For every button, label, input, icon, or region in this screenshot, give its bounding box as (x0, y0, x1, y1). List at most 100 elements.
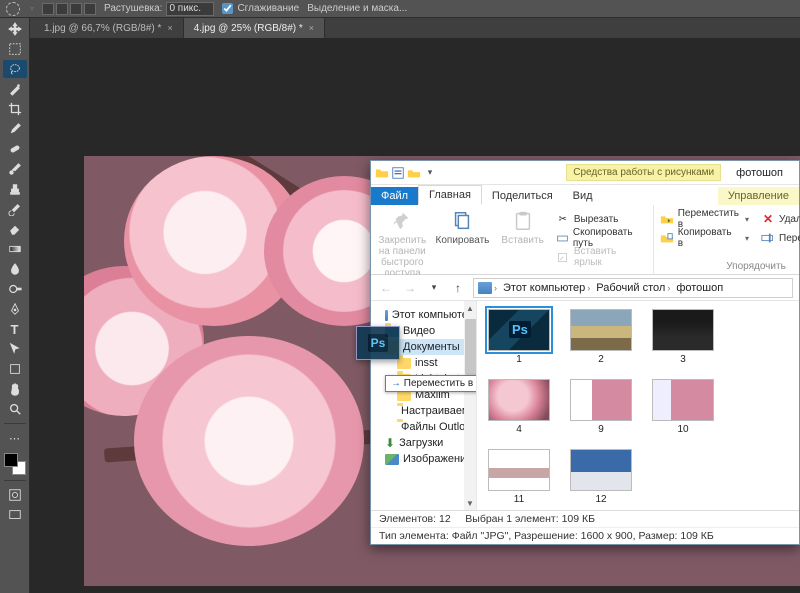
copy-to-button[interactable]: Копировать в ▾ (660, 230, 749, 246)
eyedropper-tool-icon[interactable] (3, 120, 27, 138)
gradient-tool-icon[interactable] (3, 240, 27, 258)
copy-button[interactable]: Копировать (436, 209, 490, 279)
rename-button[interactable]: Переименовать (761, 230, 800, 246)
antialias-check[interactable] (222, 3, 233, 14)
antialias-checkbox[interactable]: Сглаживание (222, 3, 299, 14)
thumbnail-image (488, 449, 550, 491)
nav-back-button[interactable]: ← (377, 279, 395, 297)
label: Видео (403, 325, 435, 337)
tree-images[interactable]: Изображения (371, 451, 476, 467)
path-seg[interactable]: Этот компьютер› (501, 282, 592, 294)
status-count-label: Элементов: (379, 513, 436, 525)
qat-chevron-icon[interactable]: ▾ (423, 166, 437, 180)
file-thumbnail[interactable]: 3 (651, 309, 715, 365)
pen-tool-icon[interactable] (3, 300, 27, 318)
quickmask-icon[interactable] (3, 486, 27, 504)
label: Загрузки (399, 437, 443, 449)
file-thumbnail[interactable]: 9 (569, 379, 633, 435)
path-seg[interactable]: фотошоп (674, 282, 725, 294)
pin-to-quick-access-button[interactable]: Закрепить на панели быстрого доступа (377, 209, 428, 279)
dodge-tool-icon[interactable] (3, 280, 27, 298)
crop-tool-icon[interactable] (3, 100, 27, 118)
type-tool-icon[interactable]: T (3, 320, 27, 338)
scroll-thumb[interactable] (465, 319, 477, 375)
tab-label: 1.jpg @ 66,7% (RGB/8#) * (44, 23, 161, 34)
tree-item[interactable]: Файлы Outlook (371, 419, 476, 435)
nav-scrollbar[interactable]: ▲▼ (464, 301, 476, 510)
more-tools-icon[interactable]: ⋯ (3, 429, 27, 447)
nav-history-chevron-icon[interactable]: ▾ (425, 279, 443, 297)
tab-share[interactable]: Поделиться (482, 187, 563, 205)
address-path[interactable]: › Этот компьютер› Рабочий стол› фотошоп (473, 278, 793, 298)
close-icon[interactable]: × (309, 23, 314, 33)
label: Удалить (779, 214, 800, 225)
tab-file[interactable]: Файл (371, 187, 418, 205)
thumbnail-image: Ps (488, 309, 550, 351)
lasso-tool-icon[interactable] (6, 2, 20, 16)
tree-downloads[interactable]: ⬇Загрузки (371, 435, 476, 451)
selection-mode-group (42, 3, 96, 15)
selection-add-icon[interactable] (56, 3, 68, 15)
scroll-up-icon[interactable]: ▲ (464, 301, 476, 315)
file-thumbnail[interactable]: 11 (487, 449, 551, 505)
copy-icon (449, 209, 475, 233)
path-seg[interactable]: Рабочий стол› (594, 282, 672, 294)
tree-item[interactable]: Настраиваемые (371, 403, 476, 419)
color-swatches[interactable] (4, 453, 26, 475)
screenmode-icon[interactable] (3, 506, 27, 524)
paste-button[interactable]: Вставить (497, 209, 548, 279)
selection-intersect-icon[interactable] (84, 3, 96, 15)
selection-subtract-icon[interactable] (70, 3, 82, 15)
label: Копировать в (678, 227, 739, 249)
file-thumbnail[interactable]: 12 (569, 449, 633, 505)
hand-tool-icon[interactable] (3, 380, 27, 398)
label: Вставить (501, 235, 543, 246)
selection-new-icon[interactable] (42, 3, 54, 15)
blur-tool-icon[interactable] (3, 260, 27, 278)
nav-forward-button[interactable]: → (401, 279, 419, 297)
zoom-tool-icon[interactable] (3, 400, 27, 418)
thumbnail-caption: 2 (598, 354, 604, 365)
close-icon[interactable]: × (167, 23, 172, 33)
scroll-down-icon[interactable]: ▼ (464, 496, 476, 510)
chevron-down-icon[interactable]: ▾ (745, 234, 749, 243)
shortcut-icon (556, 250, 570, 264)
cut-button[interactable]: ✂Вырезать (556, 211, 647, 227)
feather-input[interactable] (166, 2, 214, 16)
file-thumbnail[interactable]: Ps1 (487, 309, 551, 365)
titlebar[interactable]: ▾ Средства работы с рисунками фотошоп (371, 161, 799, 185)
tab-home[interactable]: Главная (418, 185, 482, 205)
marquee-tool-icon[interactable] (3, 40, 27, 58)
chevron-down-icon[interactable]: ▾ (745, 215, 749, 224)
content-pane[interactable]: Ps1 2 3 49 10 11 12 (477, 301, 799, 510)
copy-path-button[interactable]: Скопировать путь (556, 230, 647, 246)
document-tab[interactable]: 1.jpg @ 66,7% (RGB/8#) * × (34, 18, 184, 38)
stamp-tool-icon[interactable] (3, 180, 27, 198)
delete-button[interactable]: ✕Удалить▾ (761, 211, 800, 227)
tree-this-pc[interactable]: Этот компьютер (371, 307, 476, 323)
magic-wand-tool-icon[interactable] (3, 80, 27, 98)
path-select-tool-icon[interactable] (3, 340, 27, 358)
file-thumbnail[interactable]: 4 (487, 379, 551, 435)
move-to-button[interactable]: Переместить в▾ (660, 211, 749, 227)
move-tool-icon[interactable] (3, 20, 27, 38)
nav-up-button[interactable]: ↑ (449, 279, 467, 297)
paste-shortcut-button[interactable]: Вставить ярлык (556, 249, 647, 265)
history-brush-tool-icon[interactable] (3, 200, 27, 218)
brush-tool-icon[interactable] (3, 160, 27, 178)
status-details: Тип элемента: Файл "JPG", Разрешение: 16… (371, 528, 799, 544)
file-thumbnail[interactable]: 10 (651, 379, 715, 435)
shape-tool-icon[interactable] (3, 360, 27, 378)
tool-preset-chevron-icon[interactable]: ▾ (30, 4, 34, 13)
file-thumbnail[interactable]: 2 (569, 309, 633, 365)
eraser-tool-icon[interactable] (3, 220, 27, 238)
tab-view[interactable]: Вид (563, 187, 603, 205)
tab-manage[interactable]: Управление (718, 187, 799, 205)
select-and-mask-link[interactable]: Выделение и маска... (307, 3, 407, 14)
heal-tool-icon[interactable] (3, 140, 27, 158)
label: Документы (403, 341, 460, 353)
properties-icon[interactable] (391, 166, 405, 180)
document-tab[interactable]: 4.jpg @ 25% (RGB/8#) *× (184, 18, 325, 38)
lasso-tool-icon[interactable] (3, 60, 27, 78)
new-folder-icon[interactable] (407, 166, 421, 180)
